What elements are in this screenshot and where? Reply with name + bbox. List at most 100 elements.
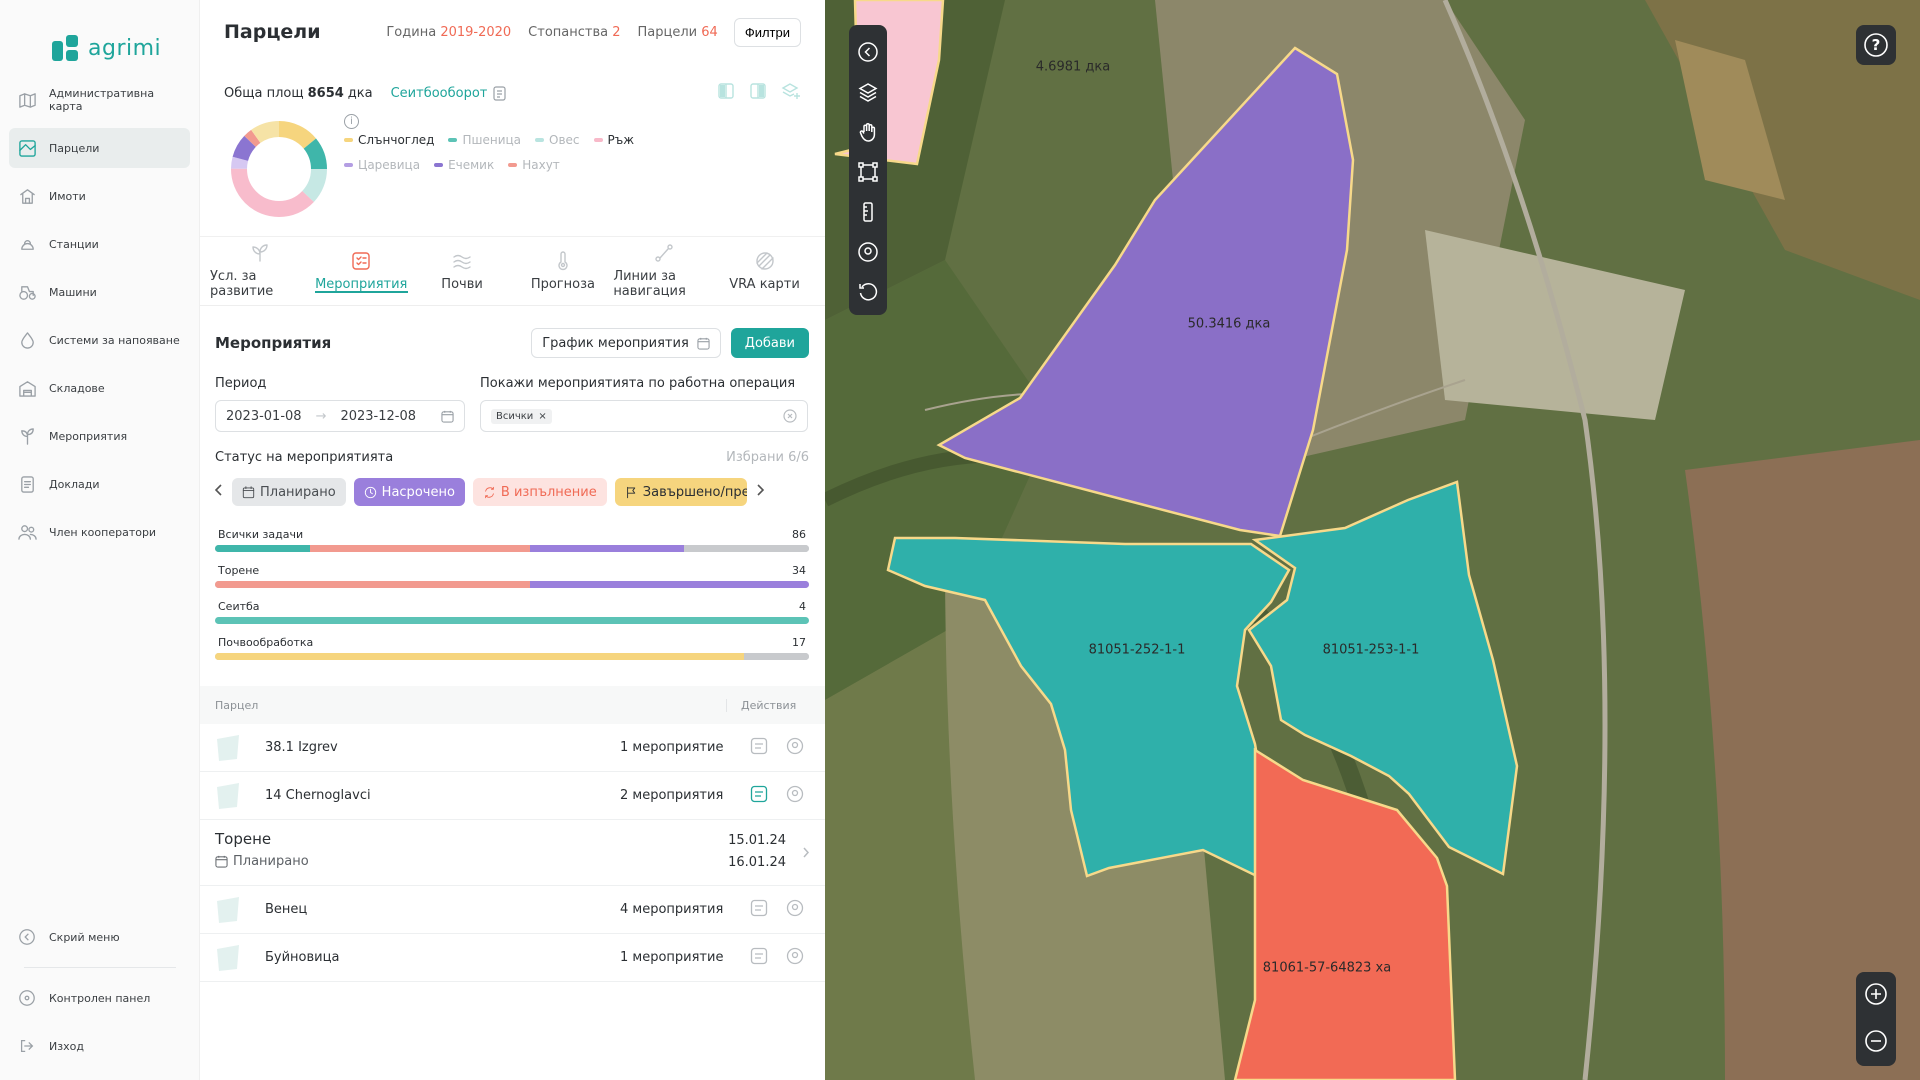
chevron-right-icon[interactable] <box>755 483 765 501</box>
table-row[interactable]: 38.1 Izgrev 1 мероприятие <box>200 724 825 772</box>
tab-label: VRA карти <box>729 276 800 292</box>
location-pin-icon[interactable] <box>786 785 804 807</box>
split-view-right-icon[interactable] <box>749 82 767 104</box>
legend-item[interactable]: Овес <box>535 133 580 147</box>
status-chip-2[interactable]: В изпълнение <box>472 478 607 506</box>
location-pin-icon[interactable] <box>786 899 804 921</box>
tab-1[interactable]: Мероприятия <box>311 237 412 305</box>
sidebar-item-9[interactable]: Член кооператори <box>9 512 190 552</box>
draw-polygon-icon[interactable] <box>855 159 881 185</box>
tab-3[interactable]: Прогноза <box>512 237 613 305</box>
location-pin-icon[interactable] <box>786 737 804 759</box>
chevron-left-icon[interactable] <box>214 483 224 501</box>
info-icon[interactable]: i <box>344 114 359 129</box>
sidebar-item-1[interactable]: Парцели <box>9 128 190 168</box>
map-view[interactable]: 4.6981 дка 50.3416 дка 81051-252-1-1 810… <box>825 0 1920 1080</box>
parcel-name: 38.1 Izgrev <box>265 740 338 755</box>
chevron-right-icon[interactable] <box>802 830 810 885</box>
legend-item[interactable]: Нахут <box>508 158 560 172</box>
sidebar-item-label: Член кооператори <box>49 525 157 539</box>
table-row[interactable]: Буйновица 1 мероприятие <box>200 934 825 982</box>
collapse-menu-button[interactable]: Скрий меню <box>9 917 191 957</box>
crop-rotation-link[interactable]: Сеитбооборот <box>391 86 507 101</box>
location-pin-icon[interactable] <box>855 239 881 265</box>
logout-button[interactable]: Изход <box>9 1026 191 1066</box>
tab-2[interactable]: Почви <box>412 237 513 305</box>
legend-item[interactable]: Ечемик <box>434 158 494 172</box>
sidebar-item-2[interactable]: Имоти <box>9 176 190 216</box>
parcel-label[interactable]: 81051-252-1-1 <box>1089 643 1186 658</box>
filters-button[interactable]: Филтри <box>733 17 801 47</box>
legend-item[interactable]: Слънчоглед <box>344 133 434 147</box>
zoom-out-icon[interactable] <box>1864 1029 1888 1057</box>
event-row[interactable]: Торене Планирано 15.01.24 16.01.24 <box>200 820 825 886</box>
clock-icon <box>364 486 377 499</box>
progress-bar <box>215 581 809 588</box>
split-view-left-icon[interactable] <box>717 82 735 104</box>
sidebar-item-4[interactable]: Машини <box>9 272 190 312</box>
events-list-icon[interactable] <box>750 947 768 969</box>
ruler-icon[interactable] <box>855 199 881 225</box>
legend-item[interactable]: Пшеница <box>448 133 521 147</box>
parcel-label[interactable]: 50.3416 дка <box>1188 317 1271 332</box>
sidebar-item-7[interactable]: Мероприятия <box>9 416 190 456</box>
parcel-label[interactable]: 4.6981 дка <box>1036 60 1110 75</box>
tab-5[interactable]: VRA карти <box>714 237 815 305</box>
progress-count: 86 <box>792 528 806 541</box>
sidebar-item-5[interactable]: Системи за напояване <box>9 320 190 360</box>
legend-item[interactable]: Царевица <box>344 158 420 172</box>
sidebar-item-3[interactable]: Станции <box>9 224 190 264</box>
legend-item[interactable]: Ръж <box>593 133 634 147</box>
layers-add-icon[interactable] <box>781 82 801 104</box>
progress-label: Торене <box>218 564 260 577</box>
logo[interactable]: agrimi <box>0 0 199 72</box>
layers-icon[interactable] <box>855 79 881 105</box>
zoom-in-icon[interactable] <box>1864 982 1888 1010</box>
farms-selector[interactable]: Стопанства 2 <box>528 25 620 40</box>
sidebar-item-6[interactable]: Складове <box>9 368 190 408</box>
table-row[interactable]: Венец 4 мероприятия <box>200 886 825 934</box>
sidebar-item-label: Машини <box>49 285 97 299</box>
help-button[interactable]: ? <box>1856 25 1896 65</box>
tab-0[interactable]: Усл. за развитие <box>210 237 311 305</box>
events-schedule-button[interactable]: График мероприятия <box>531 328 721 358</box>
status-chip-1[interactable]: Насрочено <box>353 478 465 506</box>
parcel-label[interactable]: 81051-253-1-1 <box>1323 643 1420 658</box>
tab-4[interactable]: Линии за навигация <box>613 237 714 305</box>
status-chip-label: Планирано <box>260 484 336 500</box>
events-list-icon[interactable] <box>750 785 768 807</box>
status-chip-3[interactable]: Завършено/предл <box>614 478 747 506</box>
year-selector[interactable]: Година 2019-2020 <box>386 25 511 40</box>
period-to: 2023-12-08 <box>340 408 417 424</box>
events-list-icon[interactable] <box>750 737 768 759</box>
add-event-button[interactable]: Добави <box>730 328 809 358</box>
parcel-rows: Венец 4 мероприятия Буйновица 1 мероприятие <box>200 886 825 982</box>
period-range-picker[interactable]: 2023-01-08 → 2023-12-08 <box>215 400 465 432</box>
sidebar: agrimi Административна карта Парцели Имоти… <box>0 0 200 1080</box>
legend-label: Овес <box>549 133 580 147</box>
clear-circle-icon[interactable] <box>783 409 797 423</box>
operation-select[interactable]: Всички × <box>480 400 808 432</box>
location-pin-icon[interactable] <box>786 947 804 969</box>
parcel-rows: 38.1 Izgrev 1 мероприятие 14 Chernoglavci 2… <box>200 724 825 820</box>
sidebar-bottom: Скрий меню Контролен панел Изход <box>0 909 200 1080</box>
progress-bar <box>215 617 809 624</box>
sidebar-item-0[interactable]: Административна карта <box>9 80 190 120</box>
events-list-icon[interactable] <box>750 899 768 921</box>
thermometer-icon <box>553 250 573 271</box>
reset-icon[interactable] <box>855 279 881 305</box>
logout-icon <box>17 1036 37 1056</box>
warehouse-icon <box>17 378 37 398</box>
back-circle-icon[interactable] <box>855 39 881 65</box>
progress-segment <box>215 617 809 624</box>
parcel-label[interactable]: 81061-57-64823 ха <box>1263 961 1391 976</box>
status-chip-0[interactable]: Планирано <box>232 478 346 506</box>
satellite-map[interactable] <box>825 0 1920 1080</box>
chip-close-icon[interactable]: × <box>538 411 546 422</box>
table-row[interactable]: 14 Chernoglavci 2 мероприятия <box>200 772 825 820</box>
sidebar-item-8[interactable]: Доклади <box>9 464 190 504</box>
parcels-counter[interactable]: Парцели 64 <box>638 25 718 40</box>
dashboard-button[interactable]: Контролен панел <box>9 978 191 1018</box>
hand-pan-icon[interactable] <box>855 119 881 145</box>
operation-chip[interactable]: Всички × <box>491 408 552 424</box>
